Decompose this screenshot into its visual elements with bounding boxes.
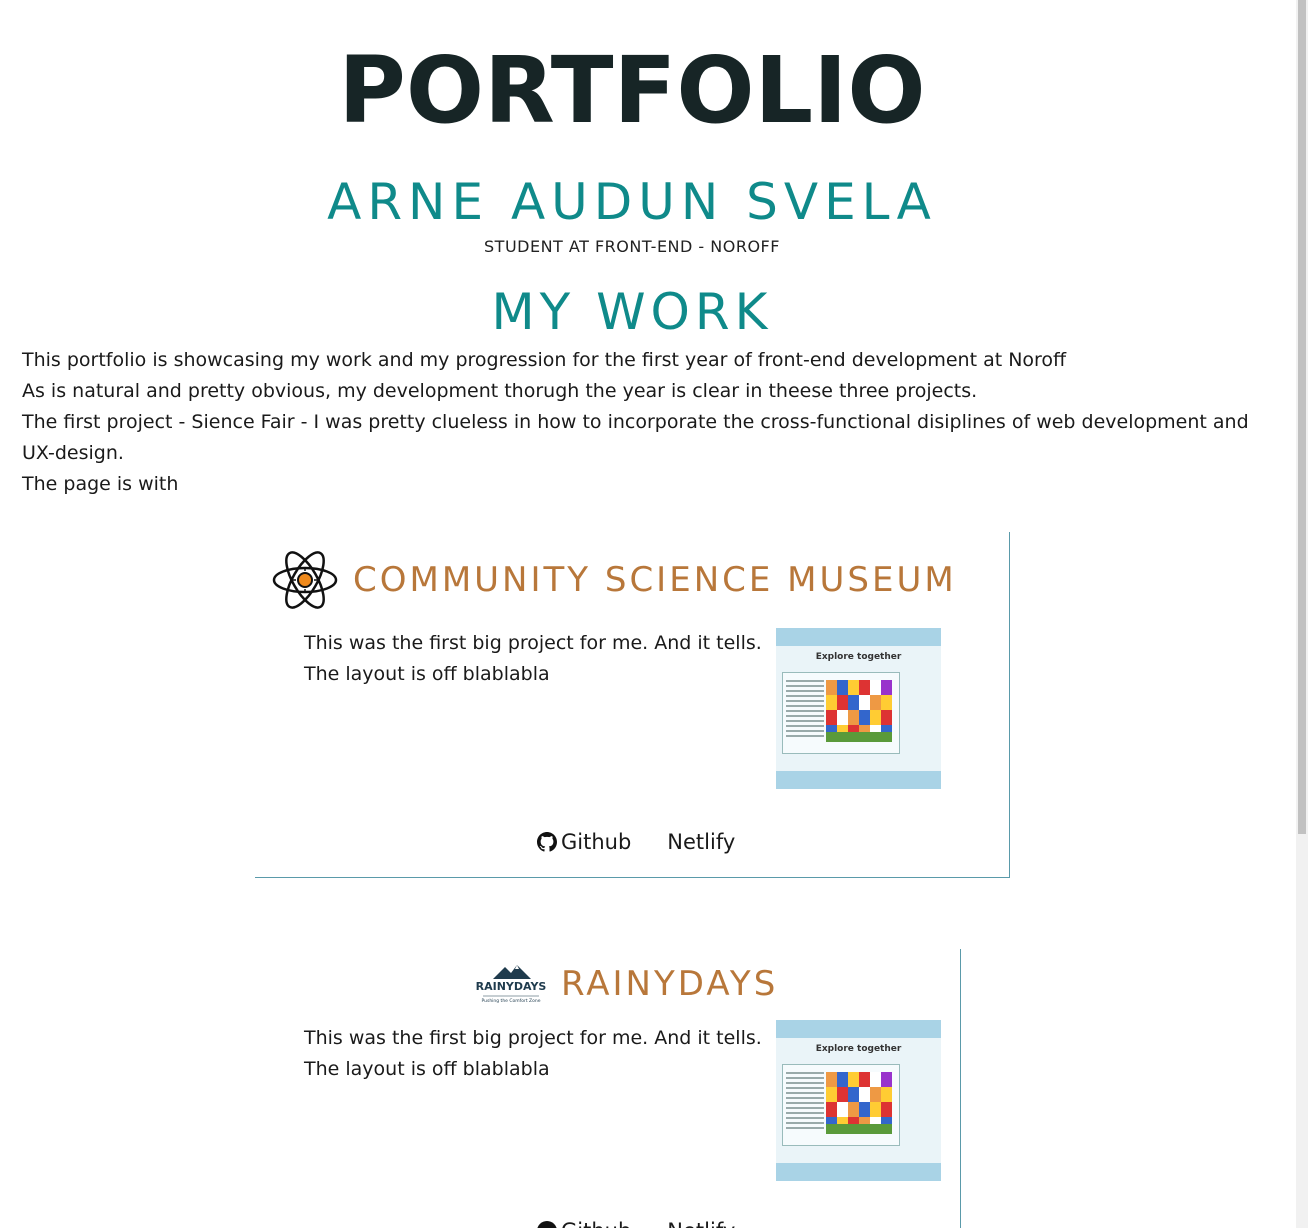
author-subtitle: STUDENT AT FRONT-END - NOROFF: [484, 237, 780, 256]
intro-line: The page is with: [22, 473, 179, 495]
project-links: Github Netlify: [537, 1219, 735, 1228]
intro-text: This portfolio is showcasing my work and…: [22, 345, 1252, 500]
description-line: This was the first big project for me. A…: [304, 632, 762, 654]
project-header: COMMUNITY SCIENCE MUSEUM: [271, 548, 957, 612]
atom-icon: [272, 551, 338, 609]
project-description: This was the first big project for me. A…: [304, 1023, 774, 1085]
rainydays-logo: RAINYDAYS Pushing the Comfort Zone: [476, 965, 547, 1004]
logo-text: RAINYDAYS: [476, 980, 547, 993]
project-links: Github Netlify: [537, 830, 735, 854]
project-screenshot: Explore together: [776, 1020, 941, 1181]
project-card-rainydays: RAINYDAYS Pushing the Comfort Zone RAINY…: [255, 949, 961, 1228]
description-line: This was the first big project for me. A…: [304, 1027, 762, 1049]
intro-line: The first project - Sience Fair - I was …: [22, 411, 1249, 464]
vertical-scrollbar[interactable]: [1296, 0, 1308, 1228]
project-title: COMMUNITY SCIENCE MUSEUM: [353, 560, 957, 600]
portfolio-page: PORTFOLIO ARNE AUDUN SVELA STUDENT AT FR…: [0, 0, 1296, 1228]
github-link[interactable]: Github: [537, 1219, 631, 1228]
netlify-link[interactable]: Netlify: [667, 830, 735, 854]
thumbnail-heading: Explore together: [815, 1044, 902, 1054]
github-icon: [537, 832, 557, 852]
description-line: The layout is off blablabla: [304, 663, 550, 685]
logo-tagline: Pushing the Comfort Zone: [481, 998, 540, 1004]
intro-line: As is natural and pretty obvious, my dev…: [22, 380, 978, 402]
project-title: RAINYDAYS: [561, 964, 779, 1004]
project-header: RAINYDAYS Pushing the Comfort Zone RAINY…: [475, 963, 778, 1005]
project-description: This was the first big project for me. A…: [304, 628, 774, 690]
description-line: The layout is off blablabla: [304, 1058, 550, 1080]
github-link-label: Github: [561, 830, 632, 854]
github-link-label: Github: [561, 1219, 631, 1228]
project-card-science-museum: COMMUNITY SCIENCE MUSEUM This was the fi…: [255, 532, 1010, 878]
intro-line: This portfolio is showcasing my work and…: [22, 349, 1067, 371]
section-title-my-work: MY WORK: [491, 283, 773, 341]
thumbnail-heading: Explore together: [815, 652, 902, 662]
project-screenshot: Explore together: [776, 628, 941, 789]
github-link[interactable]: Github: [537, 830, 631, 854]
author-name: ARNE AUDUN SVELA: [327, 173, 937, 231]
scrollbar-thumb[interactable]: [1298, 0, 1306, 834]
github-icon: [537, 1221, 557, 1228]
netlify-link[interactable]: Netlify: [667, 1219, 735, 1228]
page-title: PORTFOLIO: [338, 37, 926, 144]
